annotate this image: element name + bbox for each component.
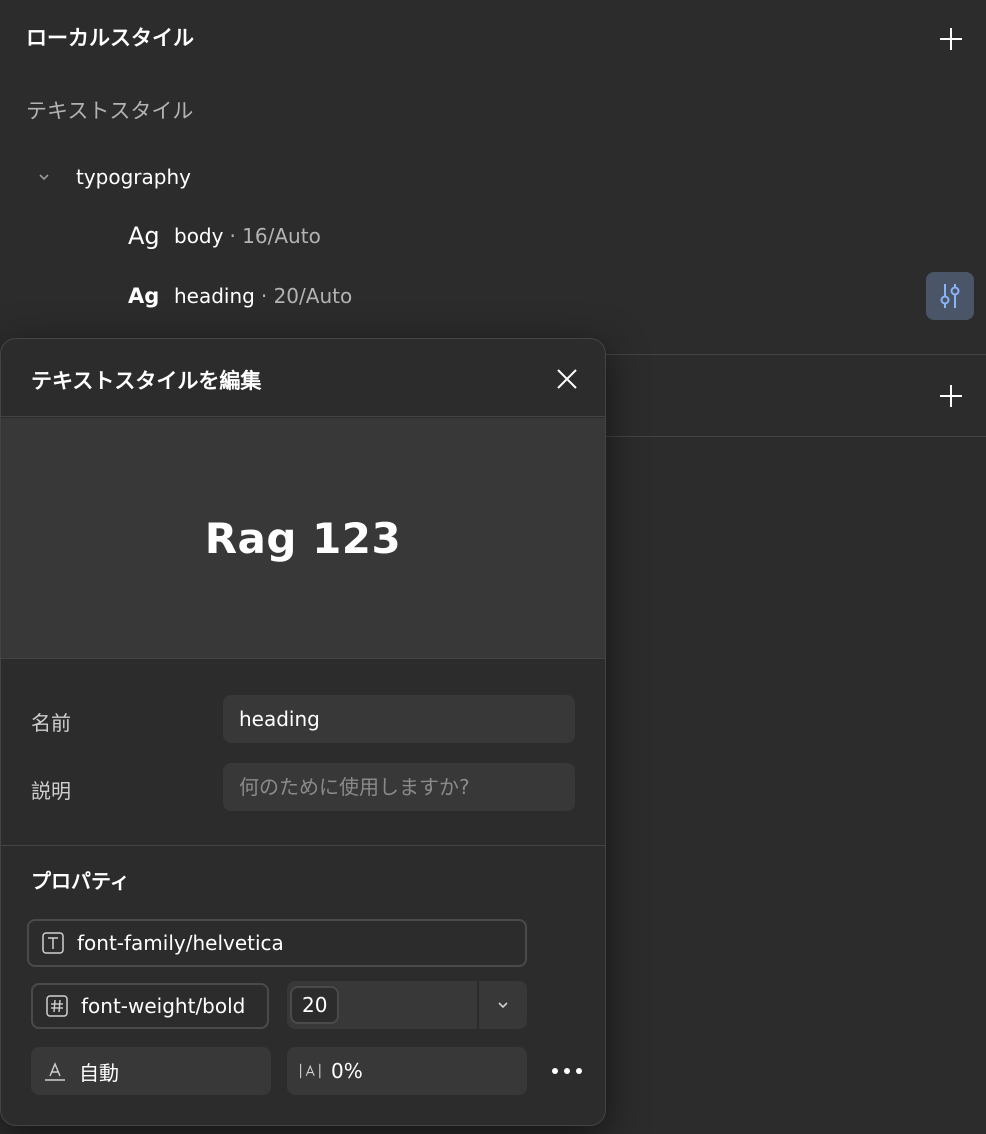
close-button[interactable] <box>549 361 585 397</box>
sliders-icon <box>940 284 960 308</box>
add-style-button[interactable] <box>934 22 968 56</box>
chevron-down-icon <box>498 1002 508 1009</box>
description-input[interactable] <box>223 763 575 811</box>
text-style-preview-icon: Ag <box>128 284 160 308</box>
text-styles-heading: テキストスタイル <box>26 99 194 123</box>
section-divider <box>606 354 986 355</box>
letter-spacing-value: 0% <box>331 1059 363 1083</box>
name-label: 名前 <box>31 711 71 735</box>
group-label: typography <box>76 165 191 189</box>
section-divider <box>606 436 986 437</box>
edit-text-style-dialog: テキストスタイルを編集 Rag 123 名前 説明 プロパティ <box>0 338 606 1126</box>
text-style-preview-icon: Ag <box>128 222 160 250</box>
line-height-input[interactable]: 自動 <box>31 1047 271 1095</box>
line-height-icon <box>43 1059 67 1083</box>
local-styles-title: ローカルスタイル <box>26 26 194 50</box>
chevron-down-icon[interactable] <box>26 172 62 182</box>
letter-spacing-icon <box>299 1059 323 1083</box>
font-family-variable[interactable]: font-family/helvetica <box>27 919 527 967</box>
close-icon <box>557 369 577 389</box>
style-preview: Rag 123 <box>1 418 605 659</box>
font-weight-value: font-weight/bold <box>81 994 246 1018</box>
properties-title: プロパティ <box>31 869 130 893</box>
style-name: body <box>174 224 224 248</box>
dialog-header: テキストスタイルを編集 <box>1 339 605 417</box>
description-label: 説明 <box>31 779 71 803</box>
name-input[interactable] <box>223 695 575 743</box>
more-horizontal-icon <box>552 1068 582 1074</box>
dialog-title: テキストスタイルを編集 <box>31 369 262 393</box>
preview-text: Rag 123 <box>204 513 402 563</box>
style-item-body[interactable]: Ag body · 16/Auto <box>128 216 321 256</box>
plus-icon <box>940 385 962 407</box>
font-weight-variable[interactable]: font-weight/bold <box>31 983 269 1029</box>
local-styles-window: ローカルスタイル テキストスタイル typography Ag body · 1… <box>0 0 986 1134</box>
font-family-value: font-family/helvetica <box>77 931 284 955</box>
letter-spacing-input[interactable]: 0% <box>287 1047 527 1095</box>
edit-style-button[interactable] <box>926 272 974 320</box>
plus-icon <box>940 28 962 50</box>
style-meta: · 16/Auto <box>229 224 321 248</box>
font-size-dropdown[interactable] <box>479 981 527 1029</box>
font-size-control: 20 <box>287 981 527 1029</box>
add-style-button-secondary[interactable] <box>934 379 968 413</box>
style-item-heading[interactable]: Ag heading · 20/Auto <box>128 276 352 316</box>
more-options-button[interactable] <box>541 1051 593 1091</box>
properties-divider <box>1 845 605 846</box>
number-variable-icon <box>45 994 69 1018</box>
style-meta: · 20/Auto <box>260 284 353 308</box>
style-name: heading <box>174 284 255 308</box>
font-size-value[interactable]: 20 <box>290 986 340 1024</box>
line-height-value: 自動 <box>79 1060 119 1085</box>
type-icon <box>41 931 65 955</box>
style-group-typography[interactable]: typography <box>26 160 191 194</box>
